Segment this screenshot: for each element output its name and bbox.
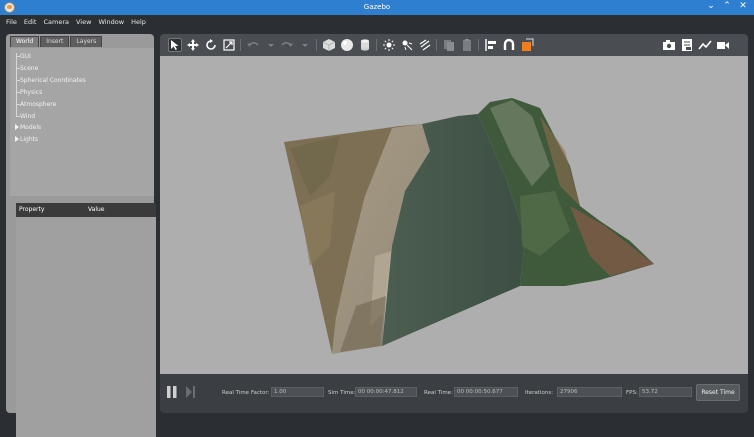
toolbar xyxy=(160,34,748,56)
terrain-scene xyxy=(284,98,654,354)
menu-help[interactable]: Help xyxy=(131,18,146,26)
3d-viewport[interactable] xyxy=(160,56,748,374)
point-light-icon[interactable] xyxy=(382,38,396,52)
screenshot-icon[interactable] xyxy=(662,38,676,52)
snap-icon[interactable] xyxy=(502,38,516,52)
window-controls: ⌄ ⌃ ✕ xyxy=(706,1,748,11)
cylinder-shape-icon[interactable] xyxy=(358,38,372,52)
select-mode-icon[interactable] xyxy=(168,38,182,52)
pause-icon[interactable] xyxy=(167,386,177,398)
expand-arrow-icon[interactable] xyxy=(15,124,19,130)
real-time-label: Real Time: xyxy=(424,390,453,396)
sphere-shape-icon[interactable] xyxy=(340,38,354,52)
redo-icon[interactable] xyxy=(280,38,294,52)
translate-mode-icon[interactable] xyxy=(186,38,200,52)
paste-icon[interactable] xyxy=(460,38,474,52)
tab-insert[interactable]: Insert xyxy=(40,36,70,47)
undo-icon[interactable] xyxy=(246,38,260,52)
log-icon[interactable] xyxy=(680,38,694,52)
expand-arrow-icon[interactable] xyxy=(15,136,19,142)
fps-label: FPS: xyxy=(626,390,638,396)
toolbar-separator xyxy=(436,39,437,51)
step-icon[interactable] xyxy=(186,386,196,398)
plot-icon[interactable] xyxy=(698,38,712,52)
property-table xyxy=(16,217,156,437)
fps-value: 53.72 xyxy=(639,387,692,397)
menu-file[interactable]: File xyxy=(6,18,17,26)
window-title: Gazebo xyxy=(363,3,391,11)
rotate-mode-icon[interactable] xyxy=(204,38,218,52)
title-bar: Gazebo ⌄ ⌃ ✕ xyxy=(0,0,754,15)
value-column-header: Value xyxy=(88,206,105,213)
world-tree: GUI Scene Spherical Coordinates Physics … xyxy=(10,48,154,196)
directional-light-icon[interactable] xyxy=(418,38,432,52)
gazebo-window: Gazebo ⌄ ⌃ ✕ File Edit Camera View Windo… xyxy=(0,0,754,437)
menu-camera[interactable]: Camera xyxy=(43,18,69,26)
tree-item-gui[interactable]: GUI xyxy=(20,53,31,60)
left-panel: World Insert Layers GUI Scene Spherical … xyxy=(6,34,156,437)
iterations-value: 27906 xyxy=(557,387,622,397)
real-time-factor-value: 1.00 xyxy=(271,387,324,397)
toolbar-separator xyxy=(316,39,317,51)
undo-history-icon[interactable] xyxy=(264,38,278,52)
align-icon[interactable] xyxy=(484,38,498,52)
tree-item-lights[interactable]: Lights xyxy=(20,136,38,143)
toolbar-separator xyxy=(376,39,377,51)
tree-item-wind[interactable]: Wind xyxy=(20,113,35,120)
reset-time-button[interactable]: Reset Time xyxy=(696,384,740,401)
iterations-label: Iterations: xyxy=(525,390,554,396)
menu-window[interactable]: Window xyxy=(98,18,124,26)
tree-item-scene[interactable]: Scene xyxy=(20,65,38,72)
left-panel-tabs: World Insert Layers xyxy=(10,36,103,47)
tree-item-spherical-coordinates[interactable]: Spherical Coordinates xyxy=(20,77,86,84)
tree-item-physics[interactable]: Physics xyxy=(20,89,42,96)
sim-time-label: Sim Time: xyxy=(328,390,356,396)
menu-bar: File Edit Camera View Window Help xyxy=(0,15,754,29)
toolbar-separator xyxy=(240,39,241,51)
property-table-header: Property Value xyxy=(16,203,156,217)
tree-item-models[interactable]: Models xyxy=(20,124,41,131)
real-time-factor-label: Real Time Factor: xyxy=(222,390,270,396)
close-icon[interactable]: ✕ xyxy=(738,1,748,11)
property-column-header: Property xyxy=(19,206,45,213)
maximize-icon[interactable]: ⌃ xyxy=(722,1,732,11)
record-video-icon[interactable] xyxy=(716,38,730,52)
copy-icon[interactable] xyxy=(442,38,456,52)
scale-mode-icon[interactable] xyxy=(222,38,236,52)
sim-time-value: 00 00:00:47.812 xyxy=(355,387,417,397)
tree-item-atmosphere[interactable]: Atmosphere xyxy=(20,101,56,108)
tab-world[interactable]: World xyxy=(10,36,40,47)
menu-edit[interactable]: Edit xyxy=(24,18,37,26)
spot-light-icon[interactable] xyxy=(400,38,414,52)
simulation-status-bar: Real Time Factor: 1.00 Sim Time: 00 00:0… xyxy=(160,374,748,413)
box-shape-icon[interactable] xyxy=(322,38,336,52)
menu-view[interactable]: View xyxy=(76,18,91,26)
toolbar-separator xyxy=(478,39,479,51)
real-time-value: 00 00:00:50.677 xyxy=(454,387,518,397)
tree-connector xyxy=(16,53,17,116)
change-view-icon[interactable] xyxy=(520,38,534,52)
tab-layers[interactable]: Layers xyxy=(70,36,103,47)
redo-history-icon[interactable] xyxy=(298,38,312,52)
minimize-icon[interactable]: ⌄ xyxy=(706,1,716,11)
